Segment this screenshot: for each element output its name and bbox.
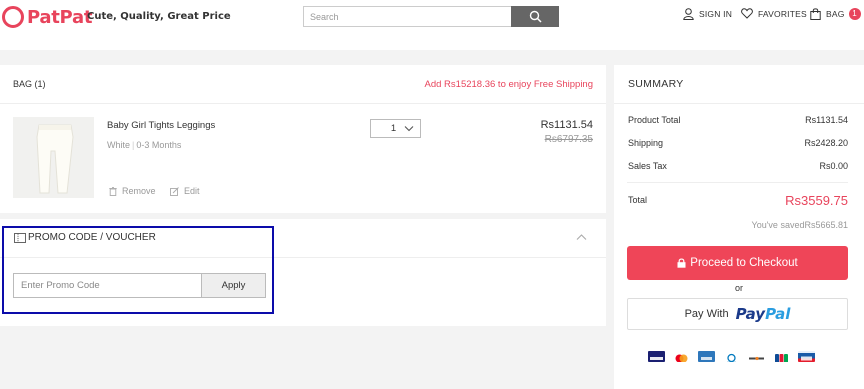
product-name[interactable]: Baby Girl Tights Leggings xyxy=(107,120,215,131)
checkout-label: Proceed to Checkout xyxy=(690,257,798,269)
total-label: Total xyxy=(628,195,648,205)
summary-row-sales-tax: Sales Tax Rs0.00 xyxy=(628,161,848,171)
mastercard-icon xyxy=(673,351,690,362)
order-summary: SUMMARY Product Total Rs1131.54 Shipping… xyxy=(614,65,864,389)
search-bar xyxy=(303,6,559,27)
edit-button[interactable]: Edit xyxy=(170,186,200,196)
remove-button[interactable]: Remove xyxy=(109,186,156,196)
summary-title: SUMMARY xyxy=(628,78,684,90)
promo-title: PROMO CODE / VOUCHER xyxy=(14,232,156,243)
variant-separator: | xyxy=(132,140,135,150)
payment-methods xyxy=(648,351,823,362)
jcb-icon xyxy=(773,351,790,362)
paypal-prefix: Pay With xyxy=(684,308,729,320)
discover-icon xyxy=(748,351,765,362)
bag-label: BAG xyxy=(826,9,845,19)
lock-icon xyxy=(677,258,686,268)
promo-header[interactable]: PROMO CODE / VOUCHER xyxy=(0,219,606,258)
promo-title-text: PROMO CODE / VOUCHER xyxy=(28,232,156,243)
logo-text: PatPat xyxy=(27,6,93,28)
voucher-icon xyxy=(14,232,26,243)
bag-title: BAG (1) xyxy=(13,79,46,89)
quantity-value: 1 xyxy=(390,123,397,134)
edit-label: Edit xyxy=(184,186,200,196)
diners-icon xyxy=(723,351,740,362)
divider xyxy=(627,182,848,183)
user-icon xyxy=(683,8,694,20)
summary-row-label: Shipping xyxy=(628,138,664,148)
paypal-logo: PayPal xyxy=(735,305,791,323)
search-icon xyxy=(529,10,542,23)
paypal-button[interactable]: Pay With PayPal xyxy=(627,298,848,330)
apply-button[interactable]: Apply xyxy=(201,273,266,298)
site-header: PatPat Cute, Quality, Great Price SIGN I… xyxy=(0,0,864,50)
sign-in-link[interactable]: SIGN IN xyxy=(683,8,732,20)
chevron-down-icon xyxy=(404,126,414,132)
chevron-up-icon[interactable] xyxy=(576,233,587,241)
patpat-logo[interactable]: PatPat xyxy=(2,6,92,28)
divider xyxy=(614,103,864,104)
promo-panel: PROMO CODE / VOUCHER Apply xyxy=(0,219,606,326)
savings-text: You've savedRs5665.81 xyxy=(751,220,848,230)
quantity-select[interactable]: 1 xyxy=(370,119,421,138)
brand-tagline: Cute, Quality, Great Price xyxy=(87,11,231,22)
summary-row-label: Product Total xyxy=(628,115,681,125)
summary-row-value: Rs0.00 xyxy=(819,161,848,171)
logo-mark-icon xyxy=(2,6,24,28)
summary-row-value: Rs1131.54 xyxy=(805,115,848,125)
summary-row-product-total: Product Total Rs1131.54 xyxy=(628,115,848,125)
amex-icon xyxy=(698,351,715,362)
bag-link[interactable]: BAG 1 xyxy=(810,8,861,20)
favorites-label: FAVORITES xyxy=(758,8,807,19)
maestro-icon xyxy=(798,351,815,362)
bag-panel: BAG (1) Add Rs15218.36 to enjoy Free Shi… xyxy=(0,65,606,213)
promo-code-input[interactable] xyxy=(13,273,202,298)
free-shipping-message: Add Rs15218.36 to enjoy Free Shipping xyxy=(424,79,593,90)
divider xyxy=(0,103,606,104)
favorites-link[interactable]: FAVORITES xyxy=(741,8,807,19)
sign-in-label: SIGN IN xyxy=(699,9,733,19)
search-input[interactable] xyxy=(303,6,511,27)
item-original-price: Rs6797.35 xyxy=(544,134,593,145)
shopping-bag-icon xyxy=(810,8,821,20)
summary-row-value: Rs2428.20 xyxy=(804,138,848,148)
or-separator: or xyxy=(734,283,743,293)
visa-icon xyxy=(648,351,665,362)
product-variant: White | 0-3 Months xyxy=(107,140,181,150)
summary-row-label: Sales Tax xyxy=(628,161,667,171)
leggings-image xyxy=(13,117,94,198)
summary-row-shipping: Shipping Rs2428.20 xyxy=(628,138,848,148)
product-image[interactable] xyxy=(13,117,94,198)
remove-label: Remove xyxy=(122,186,156,196)
heart-icon xyxy=(741,8,753,19)
bag-count-badge: 1 xyxy=(848,8,861,20)
edit-icon xyxy=(170,186,179,196)
trash-icon xyxy=(109,186,117,196)
proceed-to-checkout-button[interactable]: Proceed to Checkout xyxy=(627,246,848,280)
product-size: 0-3 Months xyxy=(136,140,182,150)
product-color: White xyxy=(107,140,131,150)
search-button[interactable] xyxy=(511,6,559,27)
total-value: Rs3559.75 xyxy=(785,193,848,208)
item-price: Rs1131.54 xyxy=(540,119,593,131)
